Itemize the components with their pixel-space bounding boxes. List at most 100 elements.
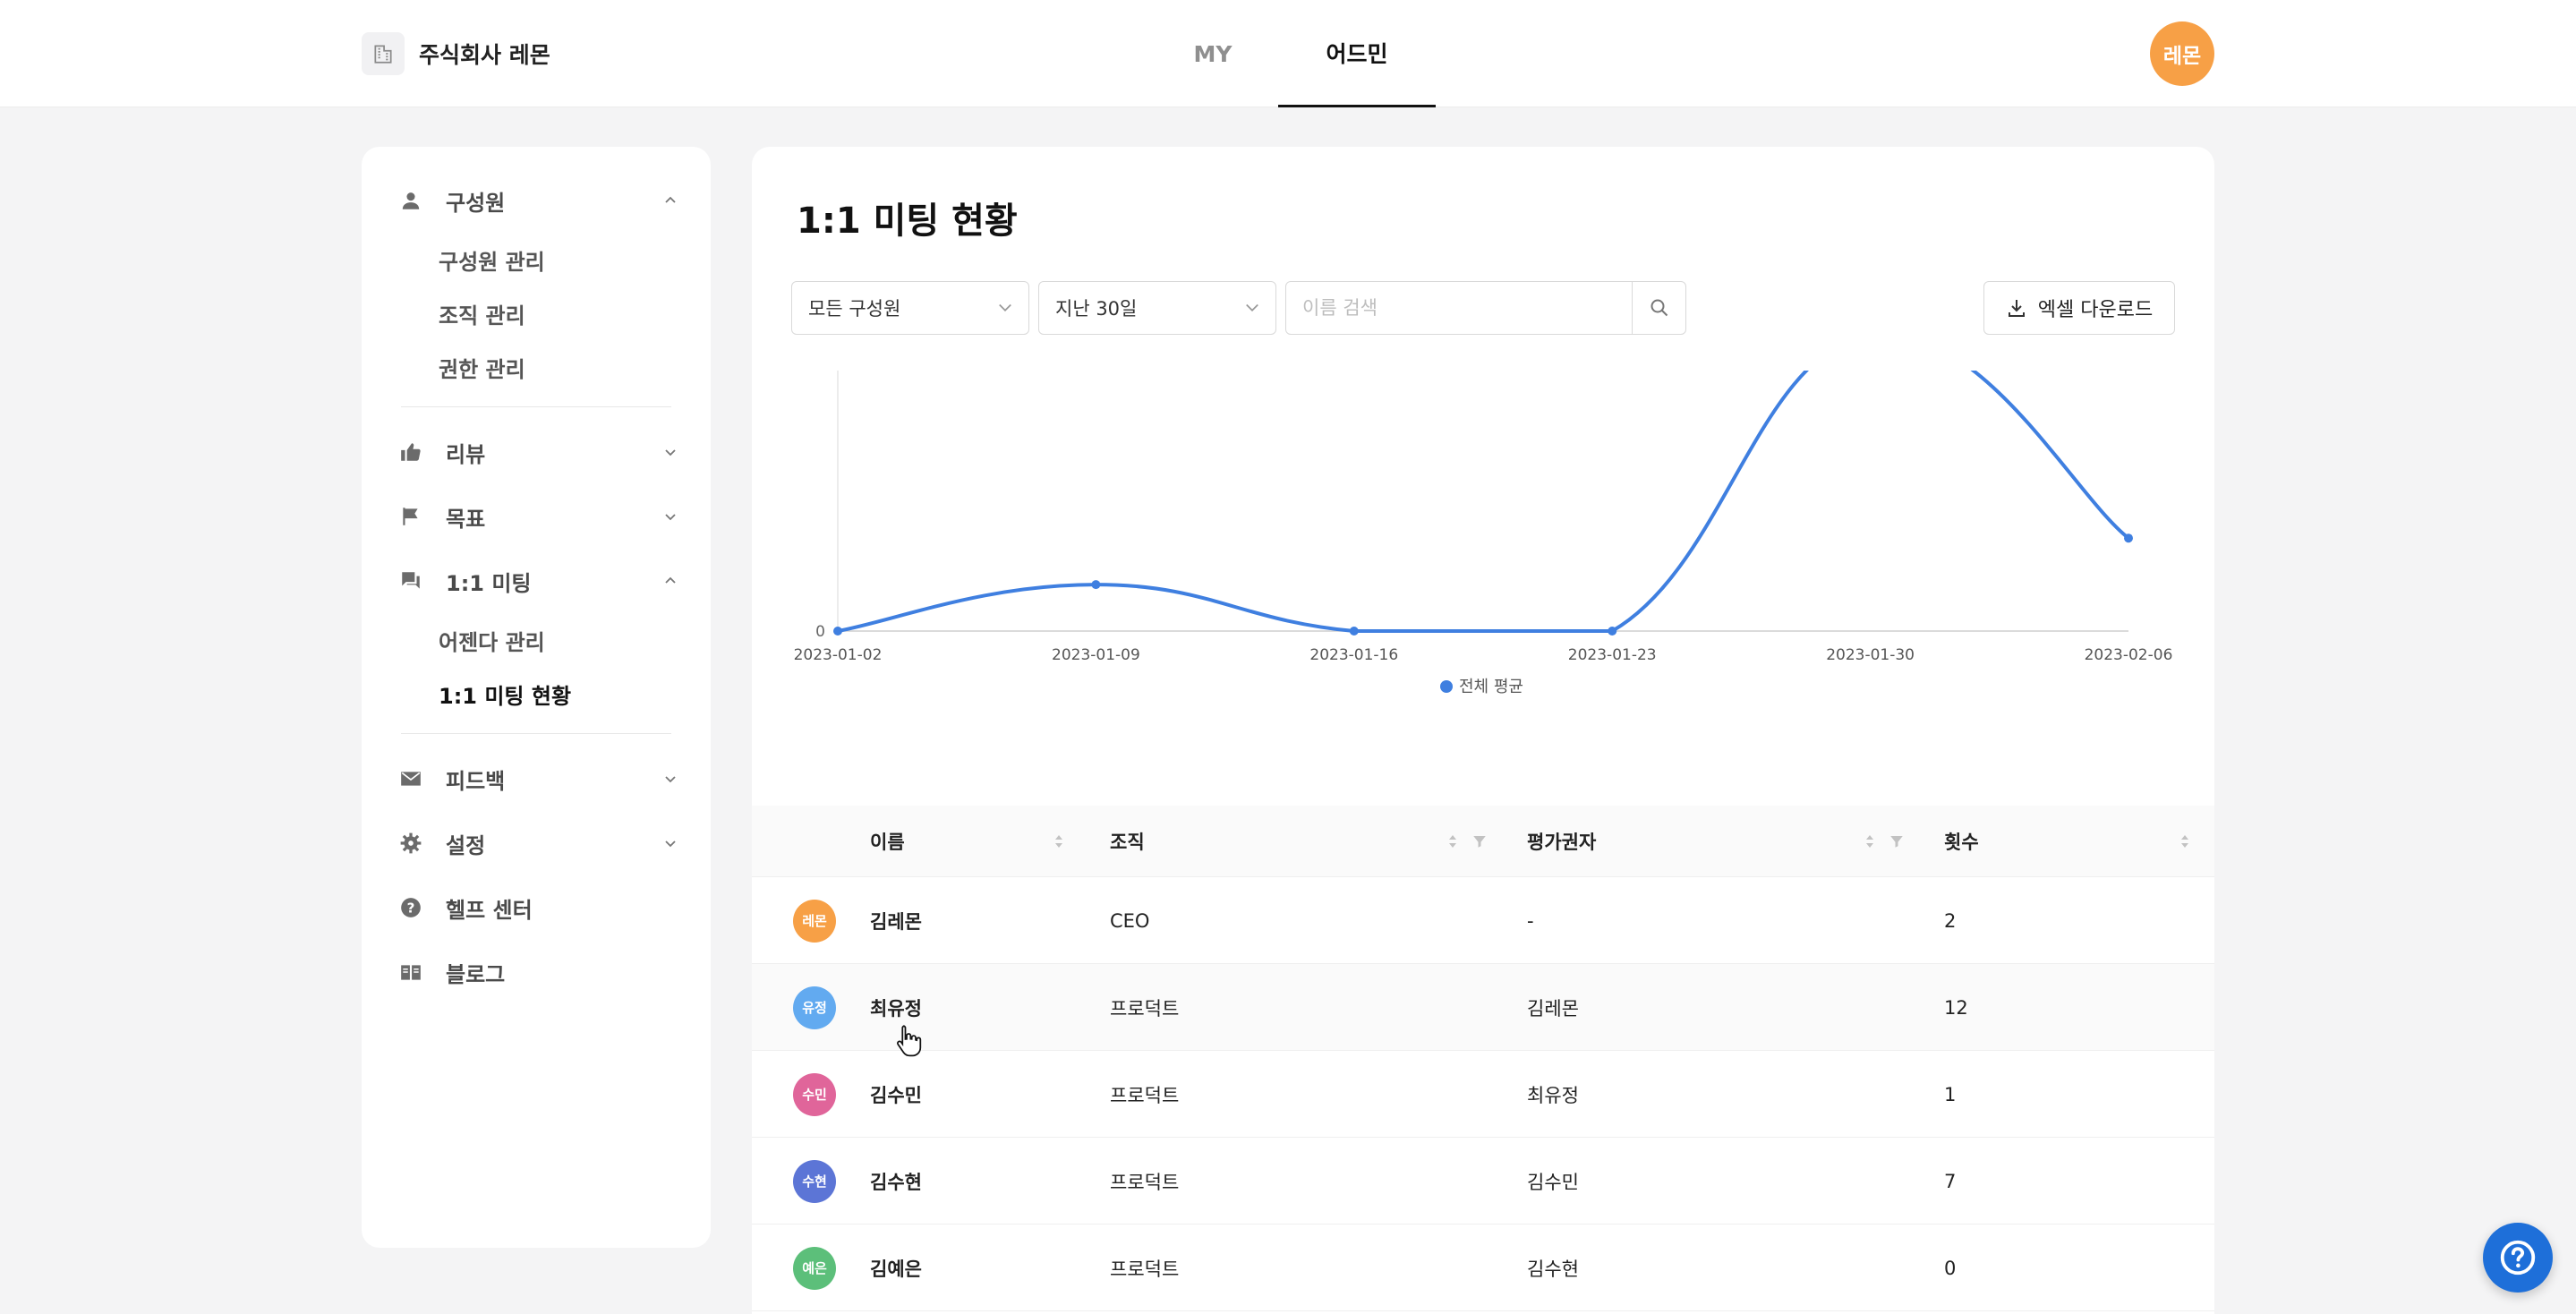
sort-icon[interactable] xyxy=(1053,806,1070,877)
help-chat-button[interactable] xyxy=(2483,1223,2553,1293)
chevron-up-icon xyxy=(661,571,680,591)
sidebar-group-blog[interactable]: 블로그 xyxy=(362,940,711,1004)
search-input[interactable] xyxy=(1286,282,1632,334)
filter-icon[interactable] xyxy=(1471,806,1491,877)
divider xyxy=(401,733,671,734)
chevron-down-icon xyxy=(661,442,680,462)
data-point xyxy=(833,627,842,636)
sidebar: 구성원 구성원 관리 조직 관리 권한 관리 리뷰 목표 1:1 미팅 어젠다 … xyxy=(362,147,711,1248)
chevron-down-icon xyxy=(1243,298,1261,320)
member-org: 프로덕트 xyxy=(1110,1258,1180,1280)
x-tick-label: 2023-01-09 xyxy=(1052,646,1140,664)
table-row[interactable]: 수현 김수현 프로덕트 김수민 7 xyxy=(752,1138,2214,1224)
member-reviewer: 최유정 xyxy=(1527,1084,1579,1106)
main-panel: 1:1 미팅 현황 모든 구성원 지난 30일 엑셀 다운로드 0 1 2023-0… xyxy=(752,147,2214,1314)
avatar: 수민 xyxy=(793,1072,836,1116)
sidebar-group-feedback[interactable]: 피드백 xyxy=(362,747,711,811)
member-filter-value: 모든 구성원 xyxy=(808,298,901,320)
sidebar-group-goals[interactable]: 목표 xyxy=(362,484,711,549)
sidebar-group-one-on-one[interactable]: 1:1 미팅 xyxy=(362,549,711,613)
meeting-count: 2 xyxy=(1944,909,1957,932)
member-org: 프로덕트 xyxy=(1110,997,1180,1020)
meeting-trend-chart: 012023-01-022023-01-092023-01-162023-01-… xyxy=(794,371,2173,696)
table-row[interactable]: 유정 최유정 프로덕트 김레몬 12 xyxy=(752,964,2214,1051)
member-org: CEO xyxy=(1110,909,1150,932)
sort-icon[interactable] xyxy=(2179,806,2196,877)
sidebar-item-meeting-status[interactable]: 1:1 미팅 현황 xyxy=(362,667,711,721)
divider xyxy=(401,406,671,407)
sidebar-group-label: 헬프 센터 xyxy=(446,897,533,923)
table-row[interactable]: 레몬 김레몬 CEO - 2 xyxy=(752,877,2214,964)
flag-icon xyxy=(396,501,426,532)
legend-marker xyxy=(1440,680,1453,693)
mail-icon xyxy=(396,764,426,794)
sidebar-item-member-management[interactable]: 구성원 관리 xyxy=(362,233,711,286)
sort-icon[interactable] xyxy=(1864,806,1881,877)
column-header-count[interactable]: 횟수 xyxy=(1944,806,1979,877)
sort-icon[interactable] xyxy=(1446,806,1464,877)
company[interactable]: 주식회사 레몬 xyxy=(362,32,550,75)
thumbs-up-icon xyxy=(396,437,426,467)
chevron-up-icon xyxy=(661,191,680,210)
building-icon xyxy=(362,32,405,75)
member-reviewer: 김수민 xyxy=(1527,1171,1579,1193)
search-icon xyxy=(1651,299,1668,317)
sidebar-group-help-center[interactable]: ? 헬프 센터 xyxy=(362,875,711,940)
member-name: 김수민 xyxy=(870,1084,922,1106)
user-avatar[interactable]: 레몬 xyxy=(2150,21,2214,86)
data-point xyxy=(1349,627,1359,636)
sidebar-item-permission-management[interactable]: 권한 관리 xyxy=(362,340,711,394)
legend-label: 전체 평균 xyxy=(1459,678,1523,696)
sidebar-group-label: 리뷰 xyxy=(446,441,486,467)
column-header-name[interactable]: 이름 xyxy=(870,806,905,877)
chevron-down-icon xyxy=(661,507,680,526)
meeting-table: 이름 조직 평가권자 횟수 레몬 김레몬 CEO - 2 유정 최유정 프로덕트… xyxy=(752,806,2214,1311)
chat-icon xyxy=(396,566,426,596)
sidebar-group-label: 설정 xyxy=(446,832,486,858)
meeting-count: 0 xyxy=(1944,1257,1957,1279)
x-tick-label: 2023-01-30 xyxy=(1826,646,1915,664)
sidebar-item-agenda-management[interactable]: 어젠다 관리 xyxy=(362,613,711,667)
svg-text:?: ? xyxy=(407,900,415,916)
x-tick-label: 2023-02-06 xyxy=(2085,646,2173,664)
member-reviewer: 김레몬 xyxy=(1527,997,1579,1020)
member-org: 프로덕트 xyxy=(1110,1171,1180,1193)
table-row[interactable]: 수민 김수민 프로덕트 최유정 1 xyxy=(752,1051,2214,1138)
x-tick-label: 2023-01-23 xyxy=(1568,646,1657,664)
avatar: 유정 xyxy=(793,986,836,1029)
column-header-org[interactable]: 조직 xyxy=(1110,806,1145,877)
data-point xyxy=(2124,533,2133,543)
top-bar: 주식회사 레몬 MY 어드민 레몬 xyxy=(0,0,2576,107)
page-title: 1:1 미팅 현황 xyxy=(797,201,1018,242)
period-filter-select[interactable]: 지난 30일 xyxy=(1038,281,1276,335)
member-reviewer: - xyxy=(1527,909,1534,932)
sidebar-group-settings[interactable]: 설정 xyxy=(362,811,711,875)
help-icon xyxy=(2500,1240,2536,1276)
name-search xyxy=(1285,281,1686,335)
x-tick-label: 2023-01-02 xyxy=(794,646,883,664)
chevron-down-icon xyxy=(661,833,680,853)
sidebar-item-org-management[interactable]: 조직 관리 xyxy=(362,286,711,340)
member-filter-select[interactable]: 모든 구성원 xyxy=(791,281,1029,335)
person-icon xyxy=(396,185,426,216)
company-name: 주식회사 레몬 xyxy=(419,42,550,68)
table-row[interactable]: 예은 김예은 프로덕트 김수현 0 xyxy=(752,1224,2214,1311)
column-header-reviewer[interactable]: 평가권자 xyxy=(1527,806,1596,877)
avatar: 수현 xyxy=(793,1159,836,1203)
sidebar-group-review[interactable]: 리뷰 xyxy=(362,420,711,484)
member-org: 프로덕트 xyxy=(1110,1084,1180,1106)
excel-download-button[interactable]: 엑셀 다운로드 xyxy=(1983,281,2175,335)
avatar: 레몬 xyxy=(793,899,836,943)
sidebar-group-members[interactable]: 구성원 xyxy=(362,168,711,233)
filter-icon[interactable] xyxy=(1889,806,1908,877)
chevron-down-icon xyxy=(661,769,680,789)
data-point xyxy=(1091,580,1101,590)
search-button[interactable] xyxy=(1632,282,1685,334)
tab-my[interactable]: MY xyxy=(1164,0,1262,107)
tab-admin[interactable]: 어드민 xyxy=(1278,0,1436,107)
hand-cursor-icon xyxy=(897,1025,922,1057)
data-point xyxy=(1608,627,1617,636)
period-filter-value: 지난 30일 xyxy=(1055,298,1138,320)
meeting-count: 12 xyxy=(1944,996,1968,1019)
series-line xyxy=(837,371,2130,633)
